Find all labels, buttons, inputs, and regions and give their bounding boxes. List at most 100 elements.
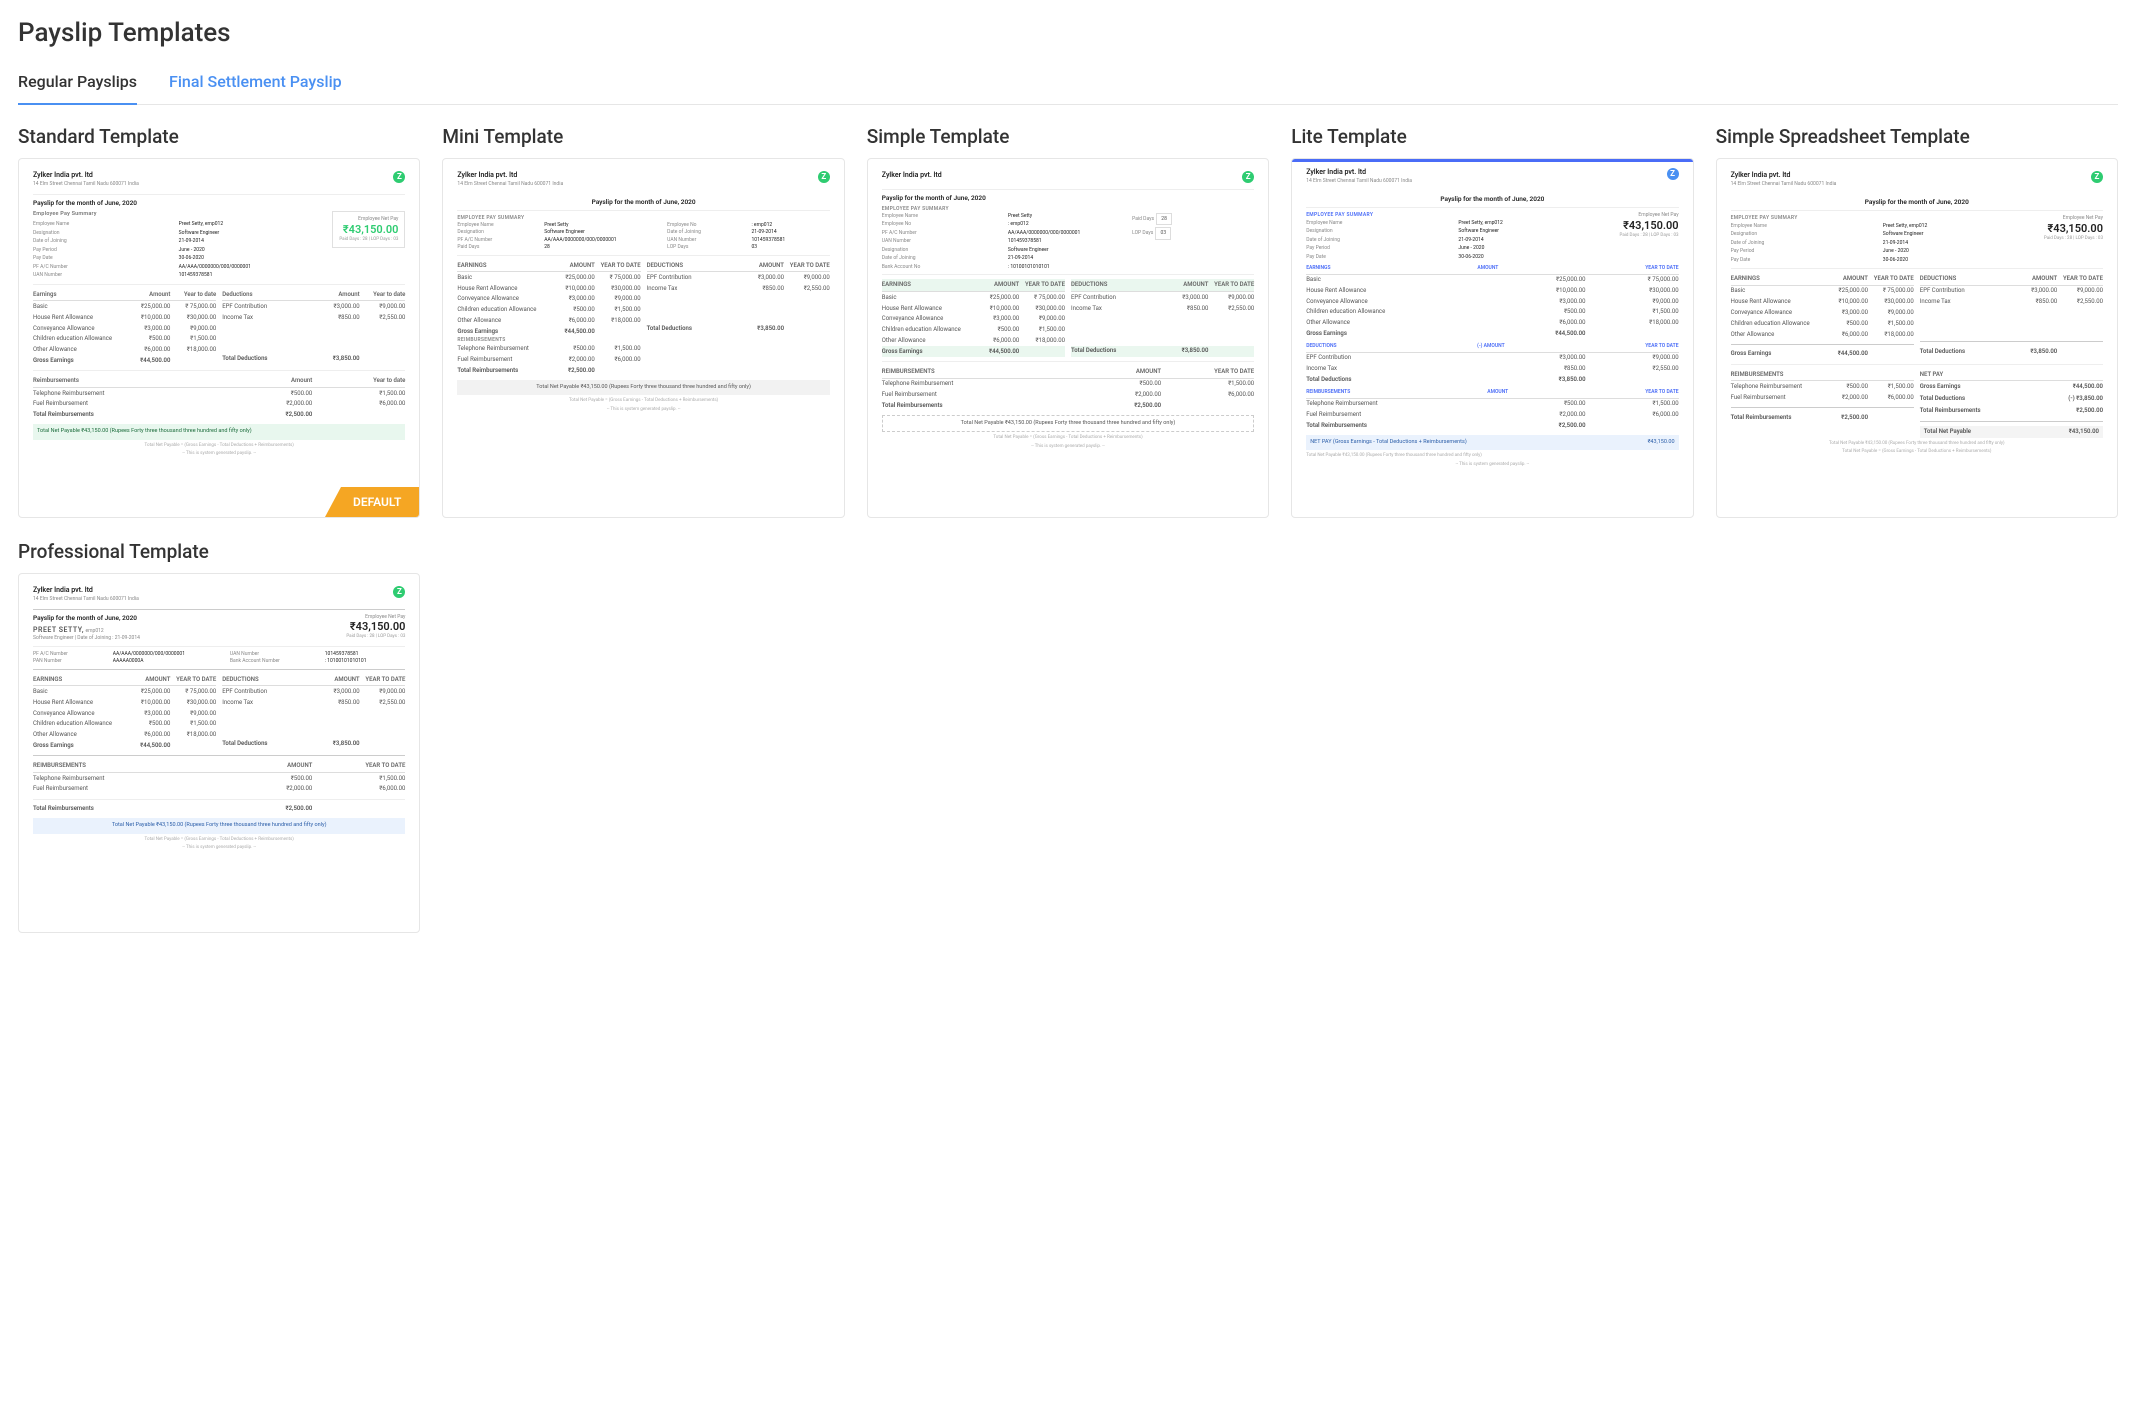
template-card-spreadsheet[interactable]: Zylker India pvt. ltd 14 Elm Street Chen… [1716, 158, 2118, 518]
cell: Conveyance Allowance [457, 295, 549, 303]
cell: ₹30,000.00 [1019, 305, 1065, 313]
value: 28 [1156, 213, 1172, 226]
value: 21-09-2014 [1883, 240, 2035, 247]
cell: ₹1,500.00 [170, 720, 216, 728]
cell: ₹500.00 [125, 335, 171, 343]
cell: Total Deductions [1071, 347, 1163, 355]
cell: ₹500.00 [125, 720, 171, 728]
tab-final-settlement-payslip[interactable]: Final Settlement Payslip [169, 72, 342, 104]
cell: Other Allowance [1306, 319, 1492, 327]
value: AA/AAA/0000000/000/0000001 [113, 651, 224, 658]
cell: Gross Earnings [1306, 330, 1492, 338]
payslip-month: Payslip for the month of June, 2020 [33, 614, 337, 622]
company-address: 14 Elm Street Chennai Tamil Nadu 600071 … [457, 181, 563, 188]
cell: Total Reimbursements [33, 805, 219, 813]
col-header: REIMBURSEMENTS [882, 368, 1068, 376]
section-header: EARNINGS [1306, 265, 1330, 272]
template-card-lite[interactable]: Zylker India pvt. ltd 14 Elm Street Chen… [1291, 158, 1693, 518]
cell: ₹2,550.00 [2057, 298, 2103, 306]
cell: ₹2,500.00 [1492, 422, 1585, 430]
company-name: Zylker India pvt. ltd [457, 171, 563, 180]
label: Employee No [667, 222, 745, 229]
cell: ₹6,000.00 [125, 731, 171, 739]
company-address: 14 Elm Street Chennai Tamil Nadu 600071 … [33, 181, 139, 188]
col-header: YEAR TO DATE [1208, 281, 1254, 289]
value: 30-06-2020 [1458, 254, 1610, 261]
cell: Total Deductions [222, 355, 314, 363]
cell: ₹6,000.00 [595, 356, 641, 364]
cell: Income Tax [1920, 298, 2012, 306]
col-header: YEAR TO DATE [1645, 343, 1678, 350]
cell: ₹1,500.00 [595, 345, 641, 353]
cell: Other Allowance [33, 731, 125, 739]
template-card-professional[interactable]: Zylker India pvt. ltd 14 Elm Street Chen… [18, 573, 420, 933]
cell: ₹9,000.00 [170, 710, 216, 718]
col-header: (-) AMOUNT [1477, 343, 1505, 350]
formula-note: Total Net Payable = (Gross Earnings - To… [1731, 449, 2103, 455]
logo-icon: Z [393, 171, 405, 183]
total-net-payable: Total Net Payable ₹43,150.00 (Rupees For… [33, 424, 405, 439]
value: June - 2020 [179, 247, 325, 254]
value: 21-09-2014 [1008, 255, 1126, 262]
template-card-simple[interactable]: Zylker India pvt. ltd Z Payslip for the … [867, 158, 1269, 518]
formula-note: Total Net Payable = (Gross Earnings - To… [33, 837, 405, 843]
label: Designation [1306, 228, 1458, 235]
cell: ₹25,000.00 [125, 303, 171, 311]
value: Preet Setty [1008, 213, 1126, 220]
template-card-mini[interactable]: Zylker India pvt. ltd 14 Elm Street Chen… [442, 158, 844, 518]
cell: ₹2,550.00 [360, 699, 406, 707]
section-header: REIMBURSEMENTS [1306, 389, 1350, 396]
label: UAN Number [33, 272, 179, 279]
cell: Income Tax [222, 699, 314, 707]
cell: ₹10,000.00 [549, 285, 595, 293]
footer-note: -- This is system generated payslip. -- [33, 451, 405, 457]
template-card-standard[interactable]: Zylker India pvt. ltd 14 Elm Street Chen… [18, 158, 420, 518]
col-header: DEDUCTIONS [1920, 275, 2012, 283]
label: Date of Joining [882, 255, 1000, 262]
label: Paid Days [457, 244, 538, 251]
template-title: Standard Template [18, 125, 420, 148]
label: Gross Earnings [1920, 383, 1961, 391]
cell: Basic [33, 303, 125, 311]
value: Software Engineer [544, 229, 661, 236]
cell: ₹25,000.00 [1492, 276, 1585, 284]
cell: ₹30,000.00 [1868, 298, 1914, 306]
logo-icon: Z [818, 171, 830, 183]
value: : emp012 [751, 222, 829, 229]
cell: Other Allowance [33, 346, 125, 354]
cell: Total Deductions [1920, 348, 2012, 356]
value: AAAAA0000A [113, 658, 224, 665]
cell: ₹1,500.00 [1586, 400, 1679, 408]
cell: ₹2,000.00 [219, 785, 312, 793]
col-header: NET PAY [1920, 371, 2042, 379]
value: 21-09-2014 [751, 229, 829, 236]
value: 30-06-2020 [1883, 257, 2035, 264]
cell: ₹3,000.00 [125, 325, 171, 333]
total-net-payable: Total Net Payable ₹43,150.00 (Rupees For… [1731, 441, 2103, 447]
cell: Basic [457, 274, 549, 282]
logo-icon: Z [2091, 171, 2103, 183]
cell: Gross Earnings [1731, 350, 1823, 358]
netpay-sub: Paid Days : 28 | LOP Days : 03 [345, 634, 405, 640]
cell: ₹1,500.00 [1019, 326, 1065, 334]
value: AA/AAA/0000000/000/0000001 [179, 264, 325, 271]
value: : 10100101010101 [1008, 264, 1126, 271]
label: PF A/C Number [33, 651, 107, 658]
col-header: DEDUCTIONS [647, 262, 739, 270]
cell: ₹ 75,000.00 [1868, 287, 1914, 295]
cell: Total Reimbursements [1306, 422, 1492, 430]
cell: ₹3,000.00 [1163, 294, 1209, 302]
cell: ₹3,850.00 [314, 355, 360, 363]
label: Date of Joining [1731, 240, 1883, 247]
cell: Children education Allowance [33, 720, 125, 728]
cell: ₹500.00 [1492, 400, 1585, 408]
col-header: YEAR TO DATE [784, 262, 830, 270]
cell: Fuel Reimbursement [457, 356, 549, 364]
cell: ₹10,000.00 [125, 699, 171, 707]
cell: Telephone Reimbursement [457, 345, 549, 353]
tab-regular-payslips[interactable]: Regular Payslips [18, 72, 137, 105]
cell: ₹3,000.00 [314, 688, 360, 696]
templates-grid: Standard Template Zylker India pvt. ltd … [18, 125, 2118, 933]
cell: Income Tax [222, 314, 314, 322]
formula-note: Total Net Payable = (Gross Earnings - To… [882, 435, 1254, 441]
